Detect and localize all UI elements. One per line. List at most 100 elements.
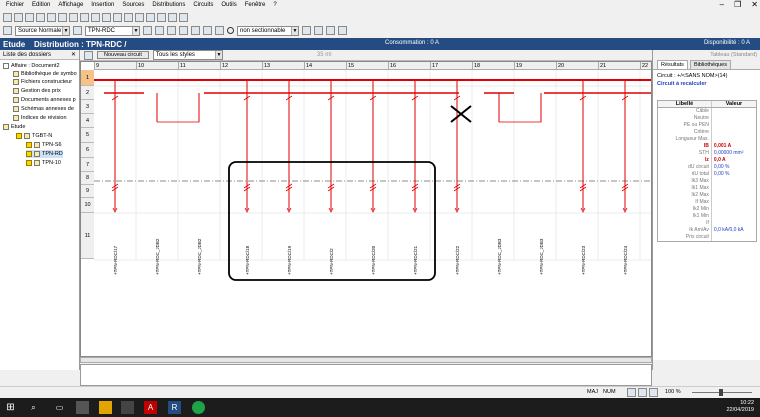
property-row[interactable]: Longueur Max. xyxy=(658,136,756,143)
delete-icon[interactable] xyxy=(155,26,164,35)
zoom-slider-thumb[interactable] xyxy=(719,389,723,396)
print-icon[interactable] xyxy=(36,13,45,22)
save-icon[interactable] xyxy=(25,13,34,22)
copy-icon[interactable] xyxy=(58,13,67,22)
close-icon[interactable]: ✕ xyxy=(71,50,76,60)
property-row[interactable]: Ik3 Max xyxy=(658,178,756,185)
app-r-icon[interactable]: R xyxy=(168,401,181,414)
property-row[interactable]: Câble xyxy=(658,108,756,115)
row-header[interactable]: 10 xyxy=(81,198,94,213)
sheet-options-icon[interactable] xyxy=(84,50,93,60)
column-header-cell[interactable]: 22 xyxy=(640,62,651,70)
horizontal-scrollbar[interactable] xyxy=(80,357,652,363)
view-page-icon[interactable] xyxy=(638,388,647,397)
tree-item-tgbt[interactable]: TGBT-N xyxy=(16,132,52,140)
column-header-cell[interactable]: 11 xyxy=(178,62,220,70)
property-row[interactable]: Iz 0,0 A xyxy=(658,157,756,164)
tree-item-tpn-10[interactable]: TPN-10 xyxy=(26,159,61,167)
row-header[interactable]: 4 xyxy=(81,114,94,128)
column-header-cell[interactable]: 21 xyxy=(598,62,640,70)
radio-icon[interactable] xyxy=(227,27,234,34)
menu-outils[interactable]: Outils xyxy=(217,0,240,11)
source-type-icon[interactable] xyxy=(3,26,12,35)
row-header[interactable]: 9 xyxy=(81,185,94,198)
menu-help[interactable]: ? xyxy=(269,0,280,11)
schematic-grid[interactable]: 9 10 11 12 13 14 15 16 17 18 19 20 21 22… xyxy=(80,61,652,357)
property-row[interactable]: Ik Am/Av 0,0 kA/0,0 kA xyxy=(658,227,756,234)
view2-icon[interactable] xyxy=(314,26,323,35)
new-icon[interactable] xyxy=(3,13,12,22)
menu-fichier[interactable]: Fichier xyxy=(2,0,28,11)
view4-icon[interactable] xyxy=(338,26,347,35)
file-icon[interactable] xyxy=(121,401,134,414)
sectionnable-combo[interactable]: non sectionnable ▼ xyxy=(237,25,299,36)
undo-icon[interactable] xyxy=(80,13,89,22)
task-view-icon[interactable]: ▭ xyxy=(53,401,66,414)
minimize-icon[interactable]: – xyxy=(720,0,724,10)
open-icon[interactable] xyxy=(14,13,23,22)
zoom-icon[interactable] xyxy=(102,13,111,22)
redo-icon[interactable] xyxy=(91,13,100,22)
column-header-cell[interactable]: 14 xyxy=(304,62,346,70)
system-clock[interactable]: 10:22 22/04/2019 xyxy=(726,400,754,414)
column-header-cell[interactable]: 20 xyxy=(556,62,598,70)
tree-item-fichiers[interactable]: Fichiers constructeur xyxy=(13,78,72,86)
property-row[interactable]: If xyxy=(658,220,756,227)
windows-start-icon[interactable]: ⊞ xyxy=(4,401,17,414)
tree-item-indices[interactable]: Indices de révision xyxy=(13,114,67,122)
property-row[interactable]: PE ou PEN xyxy=(658,122,756,129)
view-icon[interactable] xyxy=(302,26,311,35)
menu-affichage[interactable]: Affichage xyxy=(54,0,87,11)
property-row[interactable]: Neutre xyxy=(658,115,756,122)
column-header-cell[interactable]: 19 xyxy=(514,62,556,70)
tree-item-docs-annexes[interactable]: Documents annexes p xyxy=(13,96,76,104)
column-header-cell[interactable]: 17 xyxy=(430,62,472,70)
view-normal-icon[interactable] xyxy=(627,388,636,397)
chrome-icon[interactable] xyxy=(192,401,205,414)
property-row[interactable]: Ik2 Min xyxy=(658,206,756,213)
property-row[interactable]: Ik1 Max xyxy=(658,185,756,192)
restore-icon[interactable]: ❐ xyxy=(734,0,741,10)
property-row[interactable]: Prix circuit xyxy=(658,234,756,241)
close-icon[interactable]: ✕ xyxy=(751,0,758,10)
circuit-combo[interactable]: TPN-RDC ▼ xyxy=(85,25,140,36)
row-header[interactable]: 3 xyxy=(81,100,94,114)
property-row[interactable]: If Max xyxy=(658,199,756,206)
tree-item-schemas[interactable]: Schémas annexes de xyxy=(13,105,74,113)
column-header-cell[interactable]: 18 xyxy=(472,62,514,70)
tree-item-tpn-rdc[interactable]: TPN-RD xyxy=(26,150,63,158)
row-header[interactable]: 6 xyxy=(81,143,94,158)
circuit-icon[interactable] xyxy=(135,13,144,22)
menu-insertion[interactable]: Insertion xyxy=(87,0,118,11)
app-a-icon[interactable]: A xyxy=(144,401,157,414)
property-row[interactable]: IB 0,001 A xyxy=(658,143,756,150)
menu-distributions[interactable]: Distributions xyxy=(148,0,189,11)
styles-combo[interactable]: Tous les styles ▼ xyxy=(152,50,223,60)
view3-icon[interactable] xyxy=(326,26,335,35)
filter-icon[interactable] xyxy=(203,26,212,35)
grid-icon[interactable] xyxy=(191,26,200,35)
report-icon[interactable] xyxy=(168,13,177,22)
column-header-cell[interactable]: 12 xyxy=(220,62,262,70)
calc-icon[interactable] xyxy=(146,13,155,22)
menu-fenetre[interactable]: Fenêtre xyxy=(241,0,270,11)
property-row[interactable]: dU circuit 0,00 % xyxy=(658,164,756,171)
calculator-icon[interactable] xyxy=(99,401,112,414)
tree-item-etude[interactable]: Etude xyxy=(3,123,25,131)
menu-edition[interactable]: Edition xyxy=(28,0,54,11)
link-icon[interactable] xyxy=(179,26,188,35)
tableau-icon[interactable] xyxy=(124,13,133,22)
property-row[interactable]: Ik1 Min xyxy=(658,213,756,220)
column-header-cell[interactable]: 10 xyxy=(136,62,178,70)
row-header[interactable]: 11 xyxy=(81,213,94,259)
column-header-cell[interactable]: 16 xyxy=(388,62,430,70)
search-icon[interactable]: ⌕ xyxy=(27,401,40,414)
explorer-icon[interactable] xyxy=(76,401,89,414)
tree-item-bibliotheque[interactable]: Bibliothèque de symbo xyxy=(13,70,77,78)
paste-icon[interactable] xyxy=(69,13,78,22)
column-header-cell[interactable]: 13 xyxy=(262,62,304,70)
row-header[interactable]: 1 xyxy=(81,70,94,86)
tab-bibliotheques[interactable]: Bibliothèques xyxy=(689,60,731,69)
notes-area[interactable] xyxy=(80,364,652,386)
distribution-icon[interactable] xyxy=(73,26,82,35)
